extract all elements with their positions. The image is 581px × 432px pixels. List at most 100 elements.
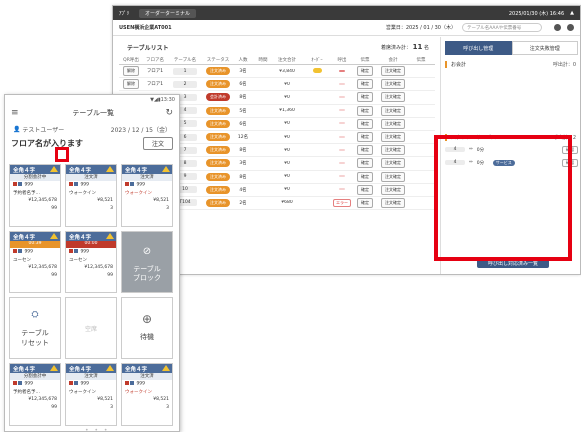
business-date: 営業日：2025 / 01 / 30（木） — [385, 25, 456, 31]
card-title: 待機 — [140, 333, 154, 341]
tab-call-management[interactable]: 呼び出し管理 — [445, 41, 512, 55]
card-name: 全角４字 — [125, 367, 148, 373]
confirm-button[interactable]: 確定 — [357, 171, 373, 182]
table-row[interactable]: 解除 フロア1 1 注文済み 3名 ¥3,840 確定 注文確定 — [119, 65, 435, 79]
table-card[interactable]: ⊕ 待機 — [121, 297, 173, 359]
confirm-button[interactable]: 確定 — [357, 197, 373, 208]
order-amount: ¥0 — [284, 174, 290, 180]
card-amount: ¥12,345,678 — [84, 265, 113, 270]
user-icon — [130, 182, 134, 186]
confirm-button[interactable]: 確定 — [357, 118, 373, 129]
card-people: 99 — [51, 405, 57, 410]
table-name-cell: 1 — [173, 67, 197, 75]
confirm-button[interactable]: 確定 — [357, 79, 373, 90]
table-card[interactable]: 空席 — [65, 297, 117, 359]
card-guest: ウォークイン — [125, 191, 152, 196]
table-card[interactable]: 全角４字 注文済 999 ウォークイン ¥8,521 3 — [121, 164, 173, 227]
table-card[interactable]: 全角４字 分割会計中 999 予約者名予… ¥12,345,678 99 — [9, 363, 61, 426]
floor-name-cell: フロア1 — [146, 69, 164, 75]
qr-release-button[interactable]: 解除 — [123, 79, 139, 90]
order-toggle[interactable] — [312, 67, 322, 73]
section-checkout: お会計 呼出計：0 — [445, 61, 578, 68]
table-card[interactable]: 全角４字 注文済 999 ウォークイン ¥8,521 3 — [121, 363, 173, 426]
store-name: USEN横浜企業AT001 — [119, 25, 172, 31]
table-card[interactable]: 全角４字 00:00 999 ユーセン ¥12,345,678 99 — [65, 231, 117, 293]
card-count: 999 — [80, 182, 90, 188]
people-count: 2名 — [239, 200, 247, 206]
confirm-button[interactable]: 確定 — [357, 158, 373, 169]
status-pill: 注文済み — [206, 146, 230, 155]
card-status: 分割会計中 — [10, 373, 60, 380]
block-icon: ⊘ — [142, 246, 152, 257]
order-amount: ¥0 — [284, 121, 290, 127]
order-confirm-button[interactable]: 注文確定 — [381, 197, 405, 208]
table-row[interactable]: 解除 フロア1 2 注文済み 6名 ¥0 確定 注文確定 — [119, 78, 435, 92]
table-card[interactable]: 全角４字 00:39 999 ユーセン ¥12,345,678 99 — [9, 231, 61, 293]
order-confirm-button[interactable]: 注文確定 — [381, 158, 405, 169]
flag-icon — [13, 182, 17, 186]
column-header: 伝票 — [416, 58, 426, 63]
floor-name[interactable]: フロア名が入ります — [11, 138, 143, 149]
card-count: 999 — [24, 182, 34, 188]
status-clock: 2025/01/30 (木) 16:46 — [508, 10, 565, 17]
section-checkout-count: 呼出計：0 — [552, 62, 576, 68]
card-people: 3 — [166, 405, 169, 410]
confirm-button[interactable]: 確定 — [357, 132, 373, 143]
order-confirm-button[interactable]: 注文確定 — [381, 132, 405, 143]
order-confirm-button[interactable]: 注文確定 — [381, 79, 405, 90]
card-status: 注文済 — [66, 174, 116, 181]
column-header: 呼出 — [337, 58, 347, 63]
gear-icon[interactable] — [567, 24, 574, 31]
search-input[interactable]: テーブル名AAAや伝票番号 — [462, 23, 542, 32]
people-count: 8名 — [239, 148, 247, 154]
confirm-button[interactable]: 確定 — [357, 145, 373, 156]
wifi-icon: ▲ — [570, 10, 574, 16]
confirm-button[interactable]: 確定 — [357, 92, 373, 103]
card-amount: ¥12,345,678 — [28, 265, 57, 270]
order-confirm-button[interactable]: 注文確定 — [381, 66, 405, 77]
order-confirm-button[interactable]: 注文確定 — [381, 118, 405, 129]
tab-order-terminal[interactable]: オーダーターミナル — [139, 8, 197, 18]
order-confirm-button[interactable]: 注文確定 — [381, 184, 405, 195]
settings-icon[interactable] — [554, 24, 561, 31]
table-card[interactable]: 全角４字 注文済 999 ウォークイン ¥8,521 3 — [65, 164, 117, 227]
confirm-button[interactable]: 確定 — [357, 105, 373, 116]
tablet-header: USEN横浜企業AT001 営業日：2025 / 01 / 30（木） テーブル… — [113, 20, 580, 36]
table-card[interactable]: ⊘ テーブル ブロック — [121, 231, 173, 293]
card-people: 3 — [166, 206, 169, 211]
menu-icon[interactable]: ≡ — [11, 108, 21, 118]
people-count: 8名 — [239, 95, 247, 101]
confirm-button[interactable]: 確定 — [357, 66, 373, 77]
order-amount: ¥0 — [284, 134, 290, 140]
order-confirm-button[interactable]: 注文確定 — [381, 105, 405, 116]
user-row: 👤 テストユーザー 2023 / 12 / 15（金） — [5, 122, 179, 136]
confirm-button[interactable]: 確定 — [357, 184, 373, 195]
flag-icon — [69, 182, 73, 186]
signal-icon: ▼◢▮ — [150, 96, 161, 103]
card-icons-line: 999 — [10, 248, 60, 256]
status-pill: 注文済み — [206, 80, 230, 89]
card-amount: ¥12,345,678 — [28, 397, 57, 402]
column-header: QR呼出 — [123, 58, 139, 63]
card-count: 999 — [136, 381, 146, 387]
table-header-row: QR呼出 フロア名 テーブル名 ステータス 人数 時間 注文合計 ｵｰﾀﾞｰ 呼出 伝票 会計 伝票 — [119, 56, 435, 65]
order-confirm-button[interactable]: 注文確定 — [381, 171, 405, 182]
table-card[interactable]: 全角４字 分割会計中 999 予約者名予… ¥12,345,678 99 — [9, 164, 61, 227]
tab-order-failure[interactable]: 注文失敗管理 — [511, 41, 578, 55]
table-card[interactable]: ⛭ テーブル リセット — [9, 297, 61, 359]
order-confirm-button[interactable]: 注文確定 — [381, 145, 405, 156]
refresh-icon[interactable]: ↻ — [165, 108, 173, 118]
call-label — [339, 188, 345, 191]
card-name: 全角４字 — [69, 235, 92, 241]
warning-icon — [106, 233, 114, 239]
column-header: ステータス — [206, 58, 230, 63]
flag-icon — [125, 381, 129, 385]
card-count: 999 — [136, 182, 146, 188]
qr-release-button[interactable]: 解除 — [123, 66, 139, 77]
table-card[interactable]: 全角４字 注文済 999 ウォークイン ¥8,521 3 — [65, 363, 117, 426]
section-checkout-title: お会計 — [451, 62, 467, 68]
order-button[interactable]: 注文 — [142, 136, 173, 150]
warning-icon — [50, 233, 58, 239]
order-confirm-button[interactable]: 注文確定 — [381, 92, 405, 103]
card-icons-line: 999 — [10, 181, 60, 189]
